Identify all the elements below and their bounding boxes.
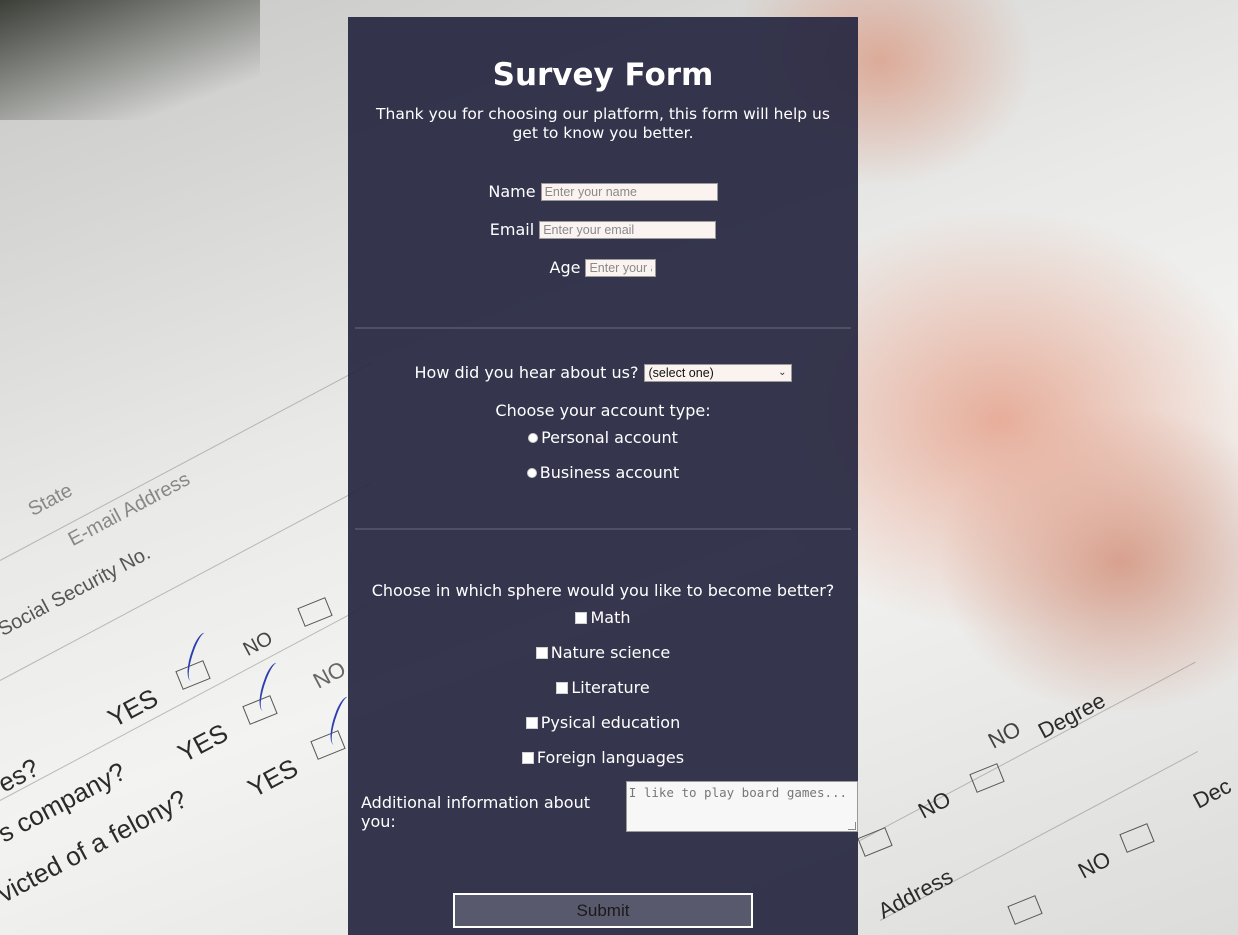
physical-education-label: Pysical education (540, 713, 681, 732)
background-checkbox (1007, 895, 1043, 925)
math-checkbox[interactable] (575, 611, 588, 624)
paper-line (0, 482, 372, 681)
email-input[interactable] (539, 220, 717, 239)
paper-line (0, 362, 372, 561)
sphere-option-foreign-languages[interactable]: Foreign languages (348, 748, 858, 767)
background-form-word: YES (102, 682, 163, 734)
section-divider (355, 327, 851, 329)
paper-line (0, 602, 372, 801)
literature-checkbox[interactable] (556, 681, 569, 694)
referral-label: How did you hear about us? (414, 363, 639, 382)
background-checkbox (969, 763, 1005, 793)
foreign-languages-label: Foreign languages (536, 748, 685, 767)
email-row: Email (348, 220, 858, 239)
paper-line (859, 661, 1196, 841)
sphere-option-physical-education[interactable]: Pysical education (348, 713, 858, 732)
foreign-languages-checkbox[interactable] (521, 751, 534, 764)
background-form-word: NO (983, 716, 1025, 754)
business-account-radio[interactable] (526, 467, 537, 478)
submit-button[interactable]: Submit (453, 893, 753, 928)
math-label: Math (590, 608, 631, 627)
chevron-down-icon: ⌄ (778, 367, 787, 378)
background-form-word: Degree (1033, 687, 1110, 744)
nature-science-checkbox[interactable] (535, 646, 548, 659)
personal-account-radio[interactable] (528, 432, 539, 443)
sphere-option-nature-science[interactable]: Nature science (348, 643, 858, 662)
account-option-business[interactable]: Business account (348, 463, 858, 482)
page-title: Survey Form (492, 57, 714, 93)
account-type-question: Choose your account type: (495, 401, 711, 420)
background-form-word: es? (0, 752, 44, 799)
age-input[interactable] (585, 258, 657, 277)
background-checkbox (297, 597, 333, 627)
age-label: Age (549, 258, 581, 277)
business-account-label: Business account (539, 463, 680, 482)
additional-info-placeholder: I like to play board games... (628, 785, 848, 800)
literature-label: Literature (571, 678, 650, 697)
background-checkmark (253, 660, 287, 714)
name-row: Name (348, 182, 858, 201)
background-form-word: Dec (1188, 773, 1236, 814)
referral-row: How did you hear about us? (select one) … (348, 363, 858, 382)
background-checkbox (1119, 823, 1155, 853)
background-form-word: NO (308, 656, 350, 694)
personal-account-label: Personal account (541, 428, 678, 447)
background-form-word: YES (242, 752, 303, 804)
background-form-word: Social Security No. (0, 542, 155, 641)
form-description: Thank you for choosing our platform, thi… (376, 105, 830, 142)
account-option-personal[interactable]: Personal account (348, 428, 858, 447)
background-form-word: Address (873, 863, 957, 924)
background-shadow (0, 0, 260, 120)
sphere-option-literature[interactable]: Literature (348, 678, 858, 697)
background-form-word: YES (172, 717, 233, 769)
survey-form-panel: Survey Form Thank you for choosing our p… (348, 17, 858, 935)
background-form-word: E-mail Address (64, 468, 194, 551)
section-divider (355, 528, 851, 530)
age-row: Age (348, 258, 858, 277)
resize-handle-icon[interactable] (848, 822, 856, 830)
additional-info-textarea[interactable]: I like to play board games... (625, 781, 858, 832)
background-checkbox (857, 827, 893, 857)
referral-selected-value: (select one) (648, 365, 714, 380)
name-input[interactable] (540, 182, 718, 201)
additional-info-row: Additional information about you: I like… (361, 781, 858, 832)
referral-select[interactable]: (select one) ⌄ (643, 363, 792, 382)
physical-education-checkbox[interactable] (525, 716, 538, 729)
nature-science-label: Nature science (550, 643, 671, 662)
email-label: Email (489, 220, 535, 239)
name-label: Name (488, 182, 536, 201)
spheres-question: Choose in which sphere would you like to… (371, 581, 835, 600)
sphere-option-math[interactable]: Math (348, 608, 858, 627)
background-form-word: NO (1073, 846, 1115, 884)
background-form-word: State (24, 479, 77, 521)
additional-info-label: Additional information about you: (361, 793, 590, 831)
